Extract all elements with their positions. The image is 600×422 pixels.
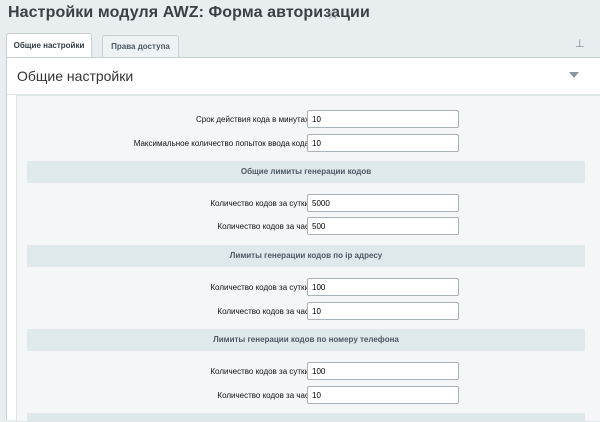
general-per-day-input[interactable] bbox=[307, 194, 459, 212]
section-ip-limits: Лимиты генерации кодов по ip адресу bbox=[27, 245, 585, 267]
favorite-star-icon[interactable]: ☆ bbox=[326, 5, 339, 23]
field-row-phone-per-day: Количество кодов за сутки bbox=[17, 362, 600, 384]
ip-per-day-input[interactable] bbox=[307, 278, 459, 296]
general-per-hour-label: Количество кодов за час bbox=[217, 222, 309, 231]
collapse-chevron-icon[interactable] bbox=[569, 72, 579, 78]
field-row-code-lifetime: Срок действия кода в минутах bbox=[17, 110, 600, 132]
tab-general-settings[interactable]: Общие настройки bbox=[6, 33, 92, 58]
next-section-header bbox=[27, 413, 585, 421]
field-row-max-attempts: Максимальное количество попыток ввода ко… bbox=[17, 134, 600, 156]
page-title: Настройки модуля AWZ: Форма авторизации bbox=[8, 4, 370, 21]
ip-per-hour-label: Количество кодов за час bbox=[217, 307, 309, 316]
pin-icon[interactable]: ⊥ bbox=[575, 37, 585, 50]
ip-per-day-label: Количество кодов за сутки bbox=[210, 283, 309, 292]
tab-access-rights[interactable]: Права доступа bbox=[102, 35, 179, 57]
settings-panel: Общие настройки Срок действия кода в мин… bbox=[6, 57, 600, 422]
field-row-general-per-day: Количество кодов за сутки bbox=[17, 194, 600, 216]
max-attempts-label: Максимальное количество попыток ввода ко… bbox=[133, 139, 309, 148]
max-attempts-input[interactable] bbox=[307, 134, 459, 152]
panel-title: Общие настройки bbox=[17, 68, 134, 84]
phone-per-day-label: Количество кодов за сутки bbox=[210, 367, 309, 376]
general-per-day-label: Количество кодов за сутки bbox=[210, 199, 309, 208]
code-lifetime-label: Срок действия кода в минутах bbox=[195, 115, 309, 124]
section-phone-limits: Лимиты генерации кодов по номеру телефон… bbox=[27, 329, 585, 351]
phone-per-day-input[interactable] bbox=[307, 362, 459, 380]
code-lifetime-input[interactable] bbox=[307, 110, 459, 128]
section-general-limits: Общие лимиты генерации кодов bbox=[27, 161, 585, 183]
field-row-phone-per-hour: Количество кодов за час bbox=[17, 386, 600, 408]
general-per-hour-input[interactable] bbox=[307, 217, 459, 235]
panel-header: Общие настройки bbox=[7, 58, 600, 95]
phone-per-hour-label: Количество кодов за час bbox=[217, 391, 309, 400]
field-row-ip-per-day: Количество кодов за сутки bbox=[17, 278, 600, 300]
ip-per-hour-input[interactable] bbox=[307, 302, 459, 320]
field-row-ip-per-hour: Количество кодов за час bbox=[17, 302, 600, 324]
field-row-general-per-hour: Количество кодов за час bbox=[17, 217, 600, 239]
phone-per-hour-input[interactable] bbox=[307, 386, 459, 404]
settings-form: Срок действия кода в минутах Максимально… bbox=[16, 95, 600, 422]
